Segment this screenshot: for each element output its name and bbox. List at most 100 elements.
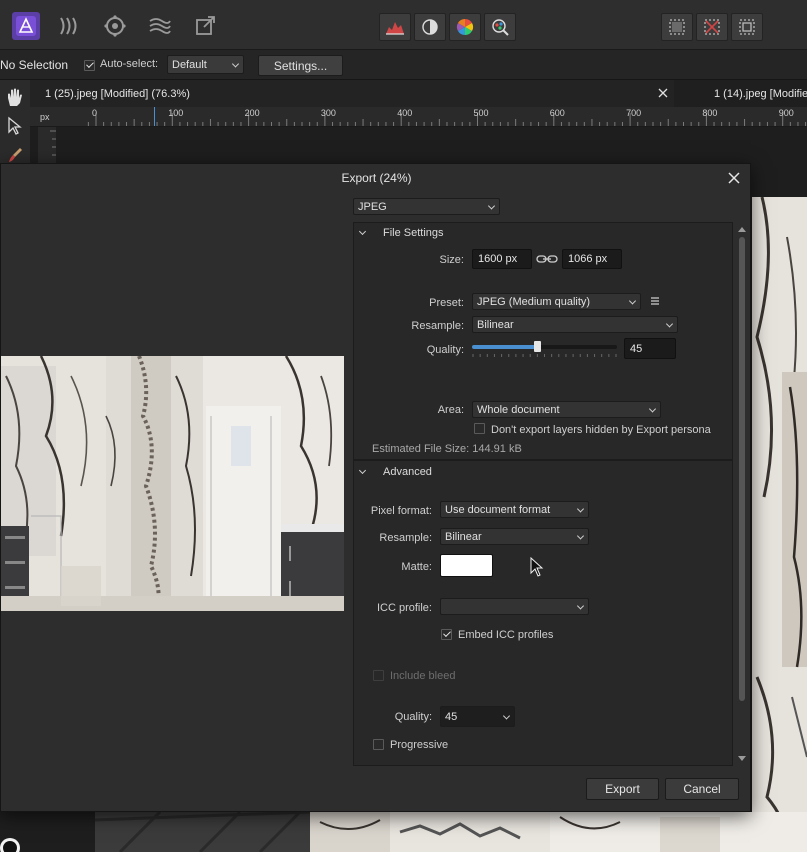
section-title: Advanced <box>383 466 432 478</box>
collapse-arrow-icon <box>358 227 367 236</box>
export-dialog: Export (24%) JPEG File Settings Size: 16… <box>0 163 751 812</box>
vertical-ruler <box>38 127 56 163</box>
progressive-label: Progressive <box>390 739 449 751</box>
close-icon[interactable] <box>726 170 742 186</box>
chevron-down-icon <box>576 531 585 540</box>
quality-label: Quality: <box>426 344 464 356</box>
link-aspect-icon[interactable] <box>536 253 558 265</box>
settings-scrollbar[interactable] <box>737 222 747 766</box>
section-divider <box>354 459 732 461</box>
width-value: 1600 px <box>478 253 518 265</box>
resample-dropdown[interactable]: Bilinear <box>472 316 678 333</box>
advanced-resample-dropdown[interactable]: Bilinear <box>440 528 589 545</box>
cancel-button[interactable]: Cancel <box>665 778 739 800</box>
develop-persona-icon[interactable] <box>101 12 129 40</box>
levels-icon[interactable] <box>379 13 411 41</box>
include-bleed-label: Include bleed <box>390 670 456 682</box>
ruler-tick-label: 400 <box>397 108 413 118</box>
quality-slider[interactable] <box>472 339 617 361</box>
ruler-tick-label: 100 <box>168 108 184 118</box>
auto-color-icon[interactable] <box>484 13 516 41</box>
hand-tool-icon[interactable] <box>3 86 27 108</box>
pixel-format-dropdown[interactable]: Use document format <box>440 501 589 518</box>
format-dropdown[interactable]: JPEG <box>353 198 500 215</box>
persona-toolbar <box>0 0 807 50</box>
export-preview-image <box>1 356 344 611</box>
liquify-persona-icon[interactable] <box>56 12 84 40</box>
advanced-quality-value: 45 <box>445 710 458 723</box>
hidden-layers-checkbox[interactable] <box>474 423 485 434</box>
preset-menu-icon[interactable] <box>650 296 660 306</box>
close-tab-icon[interactable] <box>656 86 670 100</box>
hsl-icon[interactable] <box>449 13 481 41</box>
preset-dropdown[interactable]: JPEG (Medium quality) <box>472 293 641 310</box>
ruler-ticks <box>87 113 807 126</box>
chevron-down-icon <box>231 59 240 68</box>
area-dropdown[interactable]: Whole document <box>472 401 661 418</box>
white-balance-icon[interactable] <box>414 13 446 41</box>
chevron-down-icon <box>648 404 657 413</box>
invert-selection-icon[interactable] <box>731 13 763 41</box>
height-input[interactable]: 1066 px <box>562 249 622 269</box>
ruler-tick-label: 0 <box>92 108 98 118</box>
matte-color-swatch[interactable] <box>440 554 493 577</box>
ruler-tick-label: 500 <box>473 108 489 118</box>
resample-value: Bilinear <box>477 318 514 331</box>
export-button[interactable]: Export <box>586 778 659 800</box>
progressive-checkbox[interactable] <box>373 739 384 750</box>
advanced-header[interactable]: Advanced <box>354 462 732 482</box>
dialog-title: Export (24%) <box>341 171 412 185</box>
advanced-resample-value: Bilinear <box>445 530 482 543</box>
hidden-layers-label: Don't export layers hidden by Export per… <box>491 424 711 436</box>
ruler-tick-label: 600 <box>549 108 565 118</box>
ruler-tick-label: 200 <box>244 108 260 118</box>
embed-icc-checkbox[interactable] <box>441 629 452 640</box>
brush-tool-icon[interactable] <box>6 146 24 163</box>
selection-status: No Selection <box>0 58 69 72</box>
ruler-cursor-marker <box>154 107 155 126</box>
export-button-label: Export <box>605 782 640 796</box>
area-label: Area: <box>437 404 464 416</box>
settings-button[interactable]: Settings... <box>258 55 343 76</box>
export-settings-panel: File Settings Size: 1600 px 1066 px Pres… <box>353 222 733 766</box>
icc-profile-label: ICC profile: <box>376 602 432 614</box>
pixel-format-label: Pixel format: <box>370 505 432 517</box>
tab-document-1[interactable]: 1 (25).jpeg [Modified] (76.3%) <box>30 80 674 107</box>
advanced-quality-dropdown[interactable]: 45 <box>440 706 515 727</box>
ruler-tick-label: 800 <box>702 108 718 118</box>
width-input[interactable]: 1600 px <box>472 249 532 269</box>
settings-button-label: Settings... <box>273 58 328 73</box>
autoselect-dropdown[interactable]: Default <box>167 55 244 74</box>
embed-icc-label: Embed ICC profiles <box>458 629 554 641</box>
tab-document-2[interactable]: 1 (14).jpeg [Modified <box>705 80 807 107</box>
chevron-down-icon <box>576 601 585 610</box>
slider-fill <box>472 345 538 349</box>
select-all-icon[interactable] <box>661 13 693 41</box>
slider-thumb[interactable] <box>534 341 542 352</box>
export-persona-icon[interactable] <box>192 12 220 40</box>
size-label: Size: <box>439 254 464 266</box>
photo-persona-icon[interactable] <box>12 12 40 40</box>
ruler-tick-label: 900 <box>778 108 794 118</box>
tab-label: 1 (14).jpeg [Modified <box>714 87 807 100</box>
quality-value: 45 <box>630 342 643 355</box>
autoselect-checkbox[interactable] <box>84 60 95 71</box>
quality-input[interactable]: 45 <box>624 338 676 359</box>
tone-mapping-persona-icon[interactable] <box>146 12 174 40</box>
preset-value: JPEG (Medium quality) <box>477 295 591 308</box>
autoselect-label: Auto-select: <box>100 58 159 70</box>
scrollbar-thumb[interactable] <box>739 237 745 701</box>
horizontal-ruler: px 0 100 200 300 400 500 600 700 800 900 <box>30 107 807 127</box>
preset-label: Preset: <box>429 297 464 309</box>
chevron-down-icon <box>487 201 496 210</box>
canvas-image <box>752 196 807 852</box>
include-bleed-checkbox[interactable] <box>373 670 384 681</box>
pixel-format-value: Use document format <box>445 503 551 516</box>
estimated-file-size: Estimated File Size: 144.91 kB <box>372 443 522 455</box>
move-tool-icon[interactable] <box>5 116 25 136</box>
deselect-icon[interactable] <box>696 13 728 41</box>
icc-profile-dropdown[interactable] <box>440 598 589 615</box>
canvas-bottom-strip <box>0 810 807 852</box>
file-settings-header[interactable]: File Settings <box>354 223 732 243</box>
advanced-quality-label: Quality: <box>394 711 432 723</box>
